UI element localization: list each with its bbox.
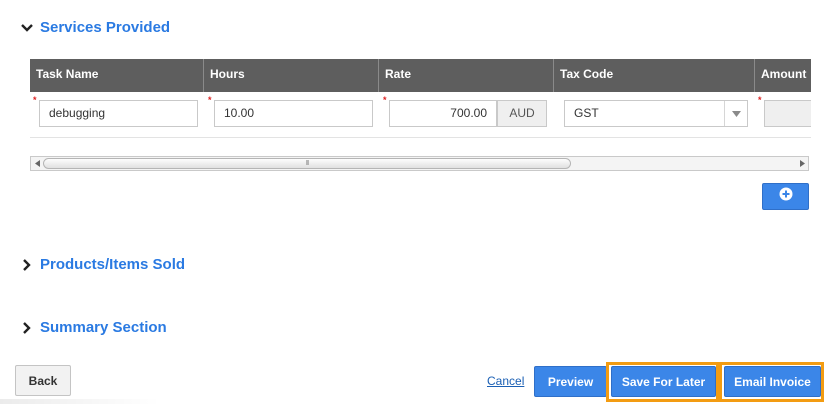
required-marker: * [33,95,37,105]
section-title: Services Provided [40,19,171,36]
currency-label: AUD [497,100,547,127]
back-button[interactable]: Back [15,365,71,396]
scroll-left-icon[interactable] [31,157,43,170]
cancel-link[interactable]: Cancel [487,374,524,388]
email-invoice-button[interactable]: Email Invoice [724,366,821,397]
column-header-task-name: Task Name [30,59,204,92]
section-title: Products/Items Sold [40,256,186,273]
horizontal-scrollbar[interactable]: III [30,156,809,171]
section-products-items-sold[interactable]: Products/Items Sold [20,256,185,273]
scroll-right-icon[interactable] [796,157,808,170]
save-for-later-button[interactable]: Save For Later [611,366,716,397]
bottom-edge-shadow [0,399,160,404]
required-marker: * [208,95,212,105]
table-row: * debugging * 10.00 * 700.00 AUD GST * 7… [30,92,811,137]
services-table: Task Name Hours Rate Tax Code Amount * d… [30,59,811,138]
column-header-hours: Hours [204,59,379,92]
section-title: Summary Section [40,319,167,336]
column-header-tax-code: Tax Code [554,59,755,92]
required-marker: * [383,95,387,105]
section-services-provided[interactable]: Services Provided [20,19,170,36]
scrollbar-grip: III [305,160,310,167]
task-name-input[interactable]: debugging [39,100,198,127]
scrollbar-thumb[interactable]: III [43,158,571,169]
preview-button[interactable]: Preview [534,366,607,397]
chevron-right-icon [20,258,34,272]
chevron-right-icon [20,321,34,335]
table-header: Task Name Hours Rate Tax Code Amount [30,59,811,92]
amount-field: 700 [764,100,811,127]
tax-code-select[interactable]: GST [564,100,748,127]
add-row-button[interactable] [762,183,809,210]
hours-input[interactable]: 10.00 [214,100,373,127]
plus-circle-icon [779,187,793,206]
section-summary[interactable]: Summary Section [20,319,167,336]
required-marker: * [758,95,762,105]
tax-code-value: GST [574,106,599,120]
column-header-amount: Amount [755,59,811,92]
rate-input[interactable]: 700.00 [389,100,497,127]
column-header-rate: Rate [379,59,554,92]
chevron-down-icon [20,21,34,35]
chevron-down-icon [724,101,747,126]
